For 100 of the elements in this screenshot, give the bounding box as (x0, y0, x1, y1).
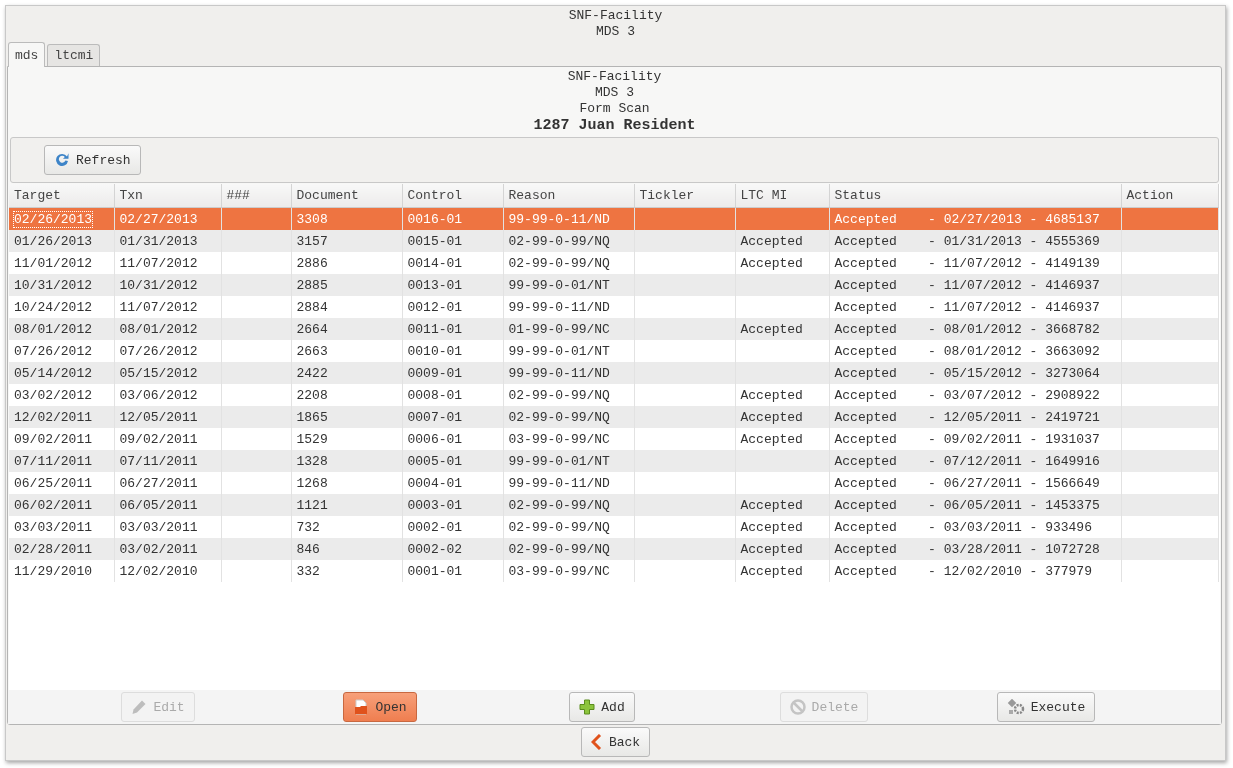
table-cell: 10/31/2012 (119, 277, 198, 293)
table-cell: Accepted - 07/12/2011 - 1649916 (834, 453, 1100, 469)
table-cell: 11/07/2012 (119, 255, 198, 271)
table-cell: 02/27/2013 (119, 211, 198, 227)
table-cell: 99-99-0-01/NT (508, 343, 610, 359)
table-cell: 11/29/2010 (14, 563, 92, 579)
table-cell: 03-99-0-99/NC (508, 431, 610, 447)
column-header[interactable]: Control (402, 184, 503, 208)
column-header[interactable]: Txn (114, 184, 221, 208)
table-cell: 0002-02 (407, 541, 463, 557)
execute-button[interactable]: Execute (996, 692, 1096, 722)
form-heading: MDS 3 (594, 85, 635, 101)
pencil-icon (131, 699, 148, 715)
table-cell: 1529 (296, 431, 328, 447)
table-cell: 2884 (296, 299, 328, 315)
table-cell: 2664 (296, 321, 328, 337)
table-row[interactable]: 08/01/2012 08/01/2012 2664 0011-01 01-99-0-99/NC Accepted Accepted - 08/01/2012 - 3668782 (9, 318, 1218, 340)
table-cell: 1268 (296, 475, 328, 491)
table-row[interactable]: 05/14/2012 05/15/2012 2422 0009-01 99-99-0-11/ND Accepted - 05/15/2012 - 3273064 (9, 362, 1218, 384)
table-cell: 1121 (296, 497, 328, 513)
refresh-button[interactable]: Refresh (44, 145, 141, 175)
table-cell: 0016-01 (407, 211, 463, 227)
table-cell: 0008-01 (407, 387, 463, 403)
column-header[interactable]: Target (9, 184, 114, 208)
table-cell: Accepted (740, 541, 803, 557)
table-cell: 99-99-0-01/NT (508, 277, 610, 293)
table-cell: 0010-01 (407, 343, 463, 359)
prohibited-icon (789, 699, 806, 715)
column-header[interactable]: LTC MI (735, 184, 829, 208)
table-cell: 0007-01 (407, 409, 463, 425)
table-cell: 10/31/2012 (14, 277, 92, 293)
column-header[interactable]: Action (1121, 184, 1218, 208)
back-button[interactable]: Back (580, 727, 651, 757)
table-cell: 0006-01 (407, 431, 463, 447)
table-cell: 99-99-0-01/NT (508, 453, 610, 469)
table-row[interactable]: 06/02/2011 06/05/2011 1121 0003-01 02-99-0-99/NQ Accepted Accepted - 06/05/2011 - 1453375 (9, 494, 1218, 516)
table-cell: 0014-01 (407, 255, 463, 271)
table-row[interactable]: 07/11/2011 07/11/2011 1328 0005-01 99-99-0-01/NT Accepted - 07/12/2011 - 1649916 (9, 450, 1218, 472)
table-cell: Accepted (740, 255, 803, 271)
table-cell: 02-99-0-99/NQ (508, 387, 610, 403)
table-cell: Accepted - 01/31/2013 - 4555369 (834, 233, 1100, 249)
add-button[interactable]: Add (569, 692, 635, 722)
table-cell: 99-99-0-11/ND (508, 211, 610, 227)
tab[interactable]: mds (8, 42, 46, 67)
table-cell: 0013-01 (407, 277, 463, 293)
table-cell: Accepted - 11/07/2012 - 4146937 (834, 299, 1100, 315)
table-cell: 12/02/2010 (119, 563, 198, 579)
table-cell: Accepted - 11/07/2012 - 4146937 (834, 277, 1100, 293)
table-cell: 02-99-0-99/NQ (508, 233, 610, 249)
table-cell: 07/11/2011 (14, 453, 92, 469)
table-row[interactable]: 11/29/2010 12/02/2010 332 0001-01 03-99-0-99/NC Accepted Accepted - 12/02/2010 - 377979 (9, 560, 1218, 582)
table-row[interactable]: 11/01/2012 11/07/2012 2886 0014-01 02-99-0-99/NQ Accepted Accepted - 11/07/2012 - 4149139 (9, 252, 1218, 274)
table-cell: Accepted - 06/27/2011 - 1566649 (834, 475, 1100, 491)
table-cell: 99-99-0-11/ND (508, 365, 610, 381)
table-cell: 332 (296, 563, 320, 579)
table-cell: 12/02/2011 (14, 409, 92, 425)
table-cell: Accepted (740, 431, 803, 447)
column-header[interactable]: Document (291, 184, 402, 208)
refresh-icon (54, 152, 70, 168)
table-row[interactable]: 03/03/2011 03/03/2011 732 0002-01 02-99-0-99/NQ Accepted Accepted - 03/03/2011 - 933496 (9, 516, 1218, 538)
table-cell: Accepted (740, 563, 803, 579)
table-cell: 09/02/2011 (119, 431, 198, 447)
table-cell: 1865 (296, 409, 328, 425)
table-cell: 732 (296, 519, 320, 535)
table-row[interactable]: 10/31/2012 10/31/2012 2885 0013-01 99-99-0-01/NT Accepted - 11/07/2012 - 4146937 (9, 274, 1218, 296)
table-cell: 0001-01 (407, 563, 463, 579)
open-button[interactable]: Open (343, 692, 417, 722)
table-row[interactable]: 06/25/2011 06/27/2011 1268 0004-01 99-99-0-11/ND Accepted - 06/27/2011 - 1566649 (9, 472, 1218, 494)
form-heading: Form Scan (578, 101, 651, 117)
table-row[interactable]: 09/02/2011 09/02/2011 1529 0006-01 03-99-0-99/NC Accepted Accepted - 09/02/2011 - 1931037 (9, 428, 1218, 450)
table-cell: 3157 (296, 233, 328, 249)
table-row[interactable]: 02/28/2011 03/02/2011 846 0002-02 02-99-0-99/NQ Accepted Accepted - 03/28/2011 - 1072728 (9, 538, 1218, 560)
table-cell: 3308 (296, 211, 328, 227)
table-row[interactable]: 07/26/2012 07/26/2012 2663 0010-01 99-99-0-01/NT Accepted - 08/01/2012 - 3663092 (9, 340, 1218, 362)
table-cell: 02/26/2013 (14, 211, 92, 227)
table-cell: 2208 (296, 387, 328, 403)
table-row[interactable]: 03/02/2012 03/06/2012 2208 0008-01 02-99-0-99/NQ Accepted Accepted - 03/07/2012 - 2908922 (9, 384, 1218, 406)
tab[interactable]: ltcmi (47, 44, 101, 66)
table-cell: 06/02/2011 (14, 497, 92, 513)
column-header[interactable]: Tickler (634, 184, 735, 208)
chevron-left-icon (590, 734, 603, 750)
column-header[interactable]: Reason (503, 184, 634, 208)
table-cell: 11/07/2012 (119, 299, 198, 315)
table-cell: Accepted - 08/01/2012 - 3663092 (834, 343, 1100, 359)
table-cell: 05/14/2012 (14, 365, 92, 381)
table-cell: Accepted - 05/15/2012 - 3273064 (834, 365, 1100, 381)
table-cell: Accepted - 03/03/2011 - 933496 (834, 519, 1092, 535)
table-cell: 09/02/2011 (14, 431, 92, 447)
table-cell: Accepted - 03/28/2011 - 1072728 (834, 541, 1100, 557)
table-cell: Accepted - 08/01/2012 - 3668782 (834, 321, 1100, 337)
table-cell: Accepted (740, 409, 803, 425)
column-header[interactable]: Status (829, 184, 1121, 208)
column-header[interactable]: ### (221, 184, 291, 208)
table-row[interactable]: 12/02/2011 12/05/2011 1865 0007-01 02-99-0-99/NQ Accepted Accepted - 12/05/2011 - 2419721 (9, 406, 1218, 428)
table-cell: 12/05/2011 (119, 409, 198, 425)
table-row[interactable]: 10/24/2012 11/07/2012 2884 0012-01 99-99-0-11/ND Accepted - 11/07/2012 - 4146937 (9, 296, 1218, 318)
table-cell: 03/03/2011 (14, 519, 92, 535)
table-cell: 06/05/2011 (119, 497, 198, 513)
table-row[interactable]: 01/26/2013 01/31/2013 3157 0015-01 02-99-0-99/NQ Accepted Accepted - 01/31/2013 - 4555369 (9, 230, 1218, 252)
table-cell: 01/31/2013 (119, 233, 198, 249)
